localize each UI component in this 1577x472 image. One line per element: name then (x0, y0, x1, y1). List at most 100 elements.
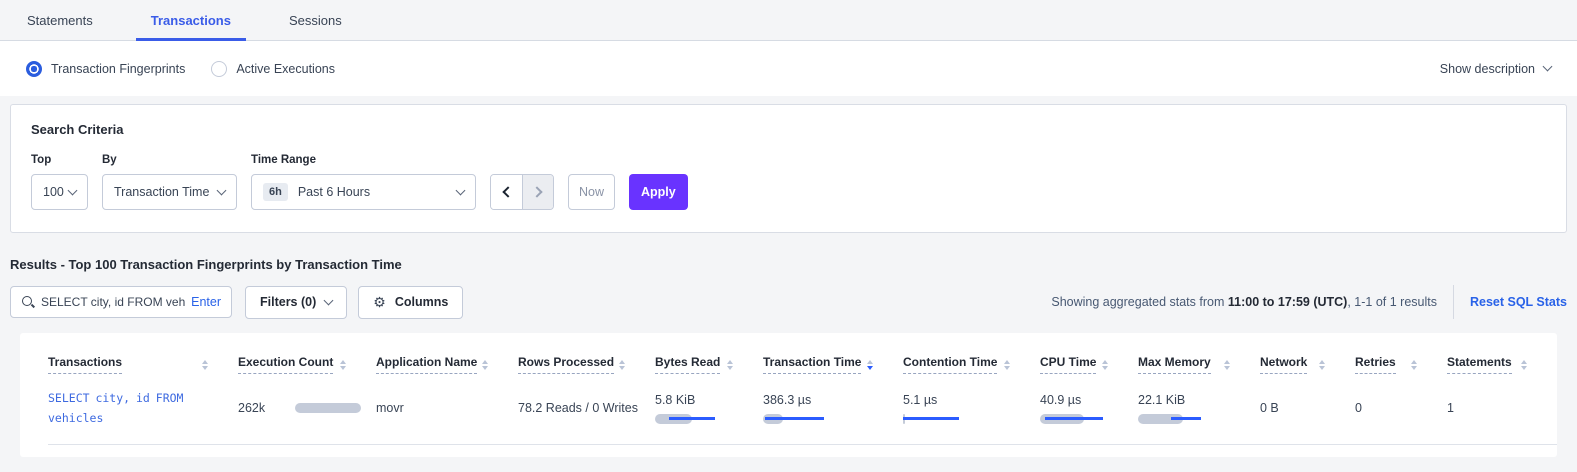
transaction-fingerprint-link[interactable]: SELECT city, id FROM vehicles (48, 388, 200, 428)
column-header-bytes-read[interactable]: Bytes Read (655, 355, 763, 374)
column-header-rows-processed[interactable]: Rows Processed (518, 355, 655, 374)
column-header-label: Rows Processed (518, 355, 614, 374)
sort-icon[interactable] (1317, 358, 1327, 372)
by-select-value: Transaction Time (114, 185, 209, 199)
results-controls-row: Enter Filters (0) ⚙ Columns Showing aggr… (10, 285, 1567, 319)
radio-selected-icon (26, 61, 42, 77)
column-header-label: Application Name (376, 355, 477, 374)
column-header-network[interactable]: Network (1260, 355, 1355, 374)
search-icon (21, 295, 35, 309)
time-range-label: Time Range (251, 154, 476, 166)
top-select[interactable]: 100 (31, 174, 88, 210)
radio-active-executions[interactable]: Active Executions (211, 61, 335, 77)
chevron-down-icon (217, 185, 227, 195)
show-description-label: Show description (1440, 62, 1535, 76)
sort-icon[interactable] (338, 358, 348, 372)
column-header-max-memory[interactable]: Max Memory (1138, 355, 1260, 374)
search-input[interactable] (41, 295, 185, 309)
sort-icon[interactable] (480, 358, 490, 372)
sort-icon[interactable] (200, 358, 210, 372)
column-header-contention-time[interactable]: Contention Time (903, 355, 1040, 374)
execution-count-cell: 262k (238, 401, 376, 415)
columns-button[interactable]: ⚙ Columns (358, 286, 463, 319)
time-range-badge: 6h (263, 183, 288, 201)
column-header-retries[interactable]: Retries (1355, 355, 1447, 374)
stats-prefix: Showing aggregated stats from (1051, 295, 1228, 309)
sort-icon[interactable] (617, 358, 627, 372)
column-header-statements[interactable]: Statements (1447, 355, 1557, 374)
page-tabbar: Statements Transactions Sessions (0, 0, 1577, 41)
column-header-transaction-time[interactable]: Transaction Time (763, 355, 903, 374)
results-table: Transactions Execution Count Application… (20, 333, 1557, 457)
bytes-read-cell: 5.8 KiB (655, 393, 763, 424)
time-next-button[interactable] (522, 175, 553, 209)
sort-icon[interactable] (1519, 358, 1529, 372)
contention-time-cell: 5.1 µs (903, 393, 1040, 424)
by-select[interactable]: Transaction Time (102, 174, 237, 210)
rows-processed-cell: 78.2 Reads / 0 Writes (518, 401, 655, 415)
sort-icon[interactable] (725, 358, 735, 372)
network-cell: 0 B (1260, 401, 1355, 415)
sort-icon[interactable] (1222, 358, 1232, 372)
statements-cell: 1 (1447, 401, 1557, 415)
table-row: SELECT city, id FROM vehicles 262k movr … (20, 388, 1557, 444)
top-label: Top (31, 154, 88, 166)
now-button[interactable]: Now (568, 174, 615, 210)
column-header-label: Execution Count (238, 355, 333, 374)
column-header-label: Retries (1355, 355, 1396, 374)
column-header-execution-count[interactable]: Execution Count (238, 355, 376, 374)
radio-label: Active Executions (236, 62, 335, 76)
time-range-value: Past 6 Hours (298, 185, 370, 199)
retries-cell: 0 (1355, 401, 1447, 415)
reset-sql-stats-link[interactable]: Reset SQL Stats (1470, 295, 1567, 309)
tab-transactions[interactable]: Transactions (136, 0, 246, 40)
column-header-label: Network (1260, 355, 1307, 374)
bytes-read-value: 5.8 KiB (655, 393, 763, 407)
by-control: By Transaction Time (102, 154, 237, 210)
radio-transaction-fingerprints[interactable]: Transaction Fingerprints (26, 61, 185, 77)
column-header-label: Max Memory (1138, 355, 1211, 374)
time-range-select[interactable]: 6h Past 6 Hours (251, 174, 476, 210)
columns-label: Columns (395, 295, 448, 309)
column-header-label: Statements (1447, 355, 1512, 374)
search-criteria-controls: Top 100 By Transaction Time Time Range 6… (31, 154, 1546, 210)
application-name-cell: movr (376, 401, 518, 415)
search-criteria-title: Search Criteria (31, 122, 1546, 137)
chevron-down-icon (1543, 62, 1553, 72)
by-label: By (102, 154, 237, 166)
tab-sessions[interactable]: Sessions (274, 0, 357, 40)
sort-icon[interactable] (1409, 358, 1419, 372)
search-enter-button[interactable]: Enter (191, 295, 221, 309)
sort-icon[interactable] (865, 358, 875, 372)
table-header-row: Transactions Execution Count Application… (20, 345, 1557, 374)
stats-time-range: 11:00 to 17:59 (UTC) (1228, 295, 1347, 309)
column-header-label: Bytes Read (655, 355, 720, 374)
gear-icon: ⚙ (373, 295, 386, 309)
show-description-toggle[interactable]: Show description (1440, 62, 1551, 76)
sort-icon[interactable] (1100, 358, 1110, 372)
filters-button[interactable]: Filters (0) (245, 286, 347, 319)
execution-count-value: 262k (238, 401, 265, 415)
apply-button[interactable]: Apply (629, 174, 688, 210)
transaction-time-bar (763, 414, 827, 424)
column-header-cpu-time[interactable]: CPU Time (1040, 355, 1138, 374)
stats-suffix: , 1-1 of 1 results (1347, 295, 1437, 309)
transaction-time-value: 386.3 µs (763, 393, 903, 407)
time-prev-button[interactable] (491, 175, 522, 209)
sort-icon[interactable] (1002, 358, 1012, 372)
chevron-down-icon (324, 295, 334, 305)
tab-statements[interactable]: Statements (12, 0, 108, 40)
column-header-label: Transaction Time (763, 355, 861, 374)
search-box: Enter (10, 286, 232, 318)
bytes-read-bar (655, 414, 719, 424)
column-header-transactions[interactable]: Transactions (48, 355, 238, 374)
column-header-application-name[interactable]: Application Name (376, 355, 518, 374)
filters-label: Filters (0) (260, 295, 316, 309)
max-memory-cell: 22.1 KiB (1138, 393, 1260, 424)
aggregated-stats-text: Showing aggregated stats from 11:00 to 1… (1051, 295, 1437, 309)
row-divider (48, 444, 1557, 445)
arrow-left-icon (502, 186, 513, 197)
contention-time-value: 5.1 µs (903, 393, 1040, 407)
column-header-label: Contention Time (903, 355, 997, 374)
view-toggle-row: Transaction Fingerprints Active Executio… (0, 41, 1577, 96)
